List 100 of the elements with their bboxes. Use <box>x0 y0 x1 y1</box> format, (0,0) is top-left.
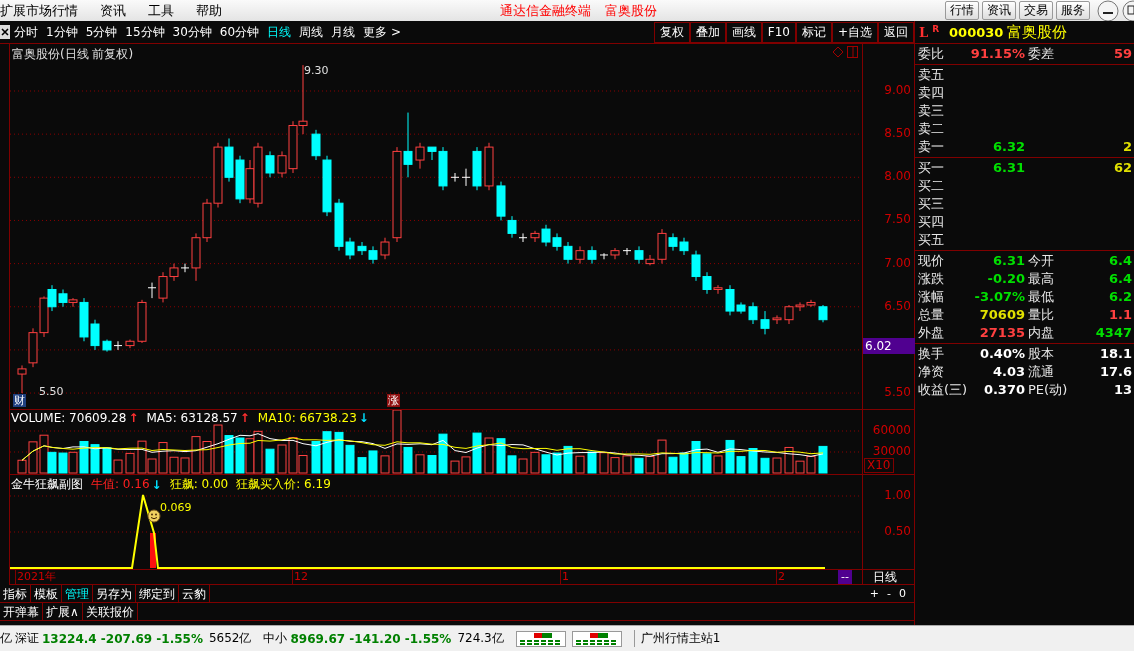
legend-text: 牛值: 0.16 <box>91 476 150 493</box>
trend-arrow: ↑ <box>239 411 250 425</box>
bottom-tab[interactable]: 指标 <box>0 585 31 602</box>
quote-label: 净资 <box>918 363 945 381</box>
quote-label: 卖一 <box>918 138 945 156</box>
toolbar-button[interactable]: 叠加 <box>689 21 726 43</box>
bottom-button[interactable]: 扩展∧ <box>43 603 83 620</box>
trend-arrow: ↓ <box>151 477 162 492</box>
minimize-icon[interactable] <box>1097 0 1119 22</box>
quote-label: 买五 <box>918 231 945 249</box>
menu-button[interactable]: 服务 <box>1056 1 1090 20</box>
quote-value: 6.4 <box>1107 270 1133 288</box>
quote-value: 2 <box>1121 138 1133 156</box>
quote-value: 17.6 <box>1098 363 1133 381</box>
quote-value: 59 <box>1112 45 1133 63</box>
period-tab[interactable]: 周线 <box>299 23 324 41</box>
period-tab[interactable]: 月线 <box>331 23 356 41</box>
quote-label: 卖三 <box>918 102 945 120</box>
legend-text: 狂飙买入价: 6.19 <box>236 476 331 493</box>
menu-item[interactable]: 资讯 <box>100 1 126 20</box>
toolbar-button[interactable]: +自选 <box>831 21 878 43</box>
period-tab[interactable]: 日线 <box>267 23 292 41</box>
restore-icon[interactable] <box>1122 0 1134 22</box>
market-meter-icon <box>515 630 566 647</box>
quote-value: 6.4 <box>1107 252 1133 270</box>
legend-text: VOLUME: 70609.28 <box>11 411 127 425</box>
zoom-button[interactable]: - <box>887 585 891 602</box>
legend-text: MA5: 63128.57 <box>146 411 238 425</box>
axis-label: 7.50 <box>884 212 911 227</box>
axis-label: 30000 <box>872 444 911 458</box>
axis-label: 7.00 <box>884 255 911 270</box>
quote-label: 换手 <box>918 345 945 363</box>
index-amount: 5652亿 <box>208 630 252 647</box>
quote-label: 买四 <box>918 213 945 231</box>
trend-arrow: ↑ <box>128 411 139 425</box>
quote-label: 卖四 <box>918 84 945 102</box>
quote-label: 委差 <box>1027 45 1055 63</box>
quote-value: 1.1 <box>1107 306 1133 324</box>
smiley-icon <box>147 509 161 523</box>
menu-item[interactable]: 扩展市场行情 <box>0 1 78 20</box>
axis-label: 9.00 <box>884 83 911 97</box>
menu-item[interactable]: 工具 <box>148 1 174 20</box>
zoom-button[interactable]: + <box>869 585 879 602</box>
quote-label: 最低 <box>1027 288 1055 306</box>
legend-text: MA10: 66738.23 <box>257 411 357 425</box>
flag-label: R <box>932 24 940 34</box>
axis-label: 8.00 <box>884 169 911 184</box>
menu-button[interactable]: 交易 <box>1019 1 1053 20</box>
event-marker[interactable]: 涨 <box>387 394 400 407</box>
quote-label: 买一 <box>918 159 945 177</box>
index-amount: 724.3亿 <box>457 630 504 647</box>
bottom-tab[interactable]: 模板 <box>31 585 62 602</box>
toolbar-button[interactable]: F10 <box>761 21 796 43</box>
quote-value: 27135 <box>978 324 1025 342</box>
current-price-label: 6.02 <box>863 338 915 355</box>
bottom-tab[interactable]: 管理 <box>62 585 93 602</box>
app-title: 通达信金融终端 <box>500 1 591 20</box>
bottom-button[interactable]: 开弹幕 <box>0 603 43 620</box>
period-label: 日线 <box>873 570 897 585</box>
quote-label: 总量 <box>918 306 945 324</box>
index-quote: 13224.4 -207.69 -1.55% <box>42 631 203 646</box>
toolbar-button[interactable]: 标记 <box>795 21 832 43</box>
stock-title: 富奥股份 <box>605 1 657 20</box>
toolbar-button[interactable]: 复权 <box>653 21 690 43</box>
event-marker[interactable]: 财 <box>13 394 26 407</box>
period-tab[interactable]: 更多 > <box>363 23 401 41</box>
close-icon[interactable] <box>0 25 10 39</box>
quote-value: 18.1 <box>1098 345 1133 363</box>
period-tab[interactable]: 60分钟 <box>219 23 260 41</box>
axis-label: 0.50 <box>884 524 911 538</box>
server-name: 广州行情主站1 <box>633 630 721 647</box>
price-label: 9.30 <box>304 64 329 77</box>
period-tab[interactable]: 分时 <box>14 23 38 41</box>
bottom-tab[interactable]: 云豹 <box>179 585 210 602</box>
period-tab[interactable]: 5分钟 <box>85 23 118 41</box>
axis-label: 5.50 <box>884 385 911 400</box>
zoom-button[interactable]: 0 <box>899 585 906 602</box>
menu-button[interactable]: 资讯 <box>982 1 1016 20</box>
quote-label: 量比 <box>1027 306 1055 324</box>
date-label: 2 <box>776 570 785 584</box>
period-tab[interactable]: 30分钟 <box>172 23 212 41</box>
quote-value: 62 <box>1112 159 1133 177</box>
period-tab[interactable]: 1分钟 <box>46 23 78 41</box>
toolbar-button[interactable]: 画线 <box>725 21 762 43</box>
period-tab[interactable]: 15分钟 <box>125 23 165 41</box>
menu-button[interactable]: 行情 <box>945 1 979 20</box>
axis-label: 60000 <box>872 423 911 437</box>
trend-arrow: ↓ <box>358 411 369 425</box>
bottom-tab[interactable]: 另存为 <box>93 585 136 602</box>
quote-label: 今开 <box>1027 252 1055 270</box>
cursor-label: -- <box>838 570 852 584</box>
quote-value: 4347 <box>1094 324 1133 342</box>
bottom-tab[interactable]: 绑定到 <box>136 585 179 602</box>
flag-label: L <box>919 24 929 40</box>
bottom-button[interactable]: 关联报价 <box>82 603 138 620</box>
quote-value: 0.40% <box>978 345 1025 363</box>
index-quote: 8969.67 -141.20 -1.55% <box>290 631 452 646</box>
quote-value: 6.31 <box>991 159 1025 177</box>
toolbar-button[interactable]: 返回 <box>878 21 914 43</box>
menu-item[interactable]: 帮助 <box>196 1 222 20</box>
